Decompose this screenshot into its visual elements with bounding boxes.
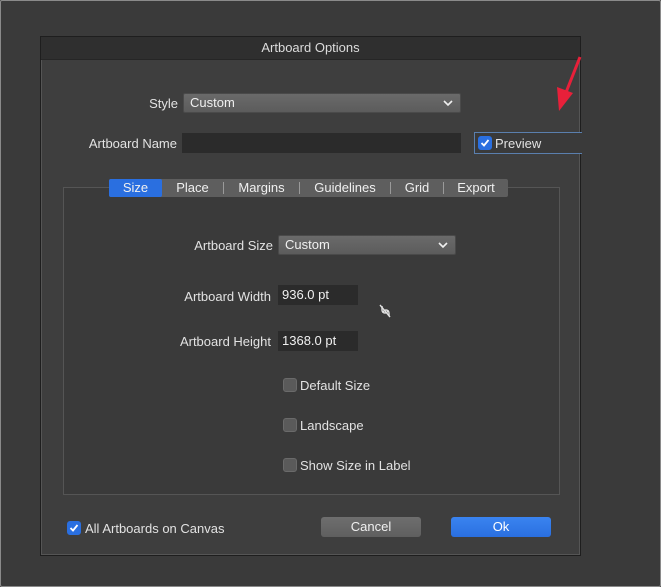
default-size-label[interactable]: Default Size	[300, 378, 370, 393]
preview-checkbox[interactable]	[478, 136, 492, 150]
artboard-size-select[interactable]: Custom	[278, 235, 456, 255]
show-size-in-label-label[interactable]: Show Size in Label	[300, 458, 411, 473]
style-select-value: Custom	[190, 95, 235, 110]
chevron-down-icon	[438, 242, 448, 249]
checkmark-icon	[69, 524, 79, 532]
landscape-label[interactable]: Landscape	[300, 418, 364, 433]
unlinked-chain-icon[interactable]	[377, 303, 393, 319]
tab-grid[interactable]: Grid	[391, 179, 443, 197]
dialog-title: Artboard Options	[41, 37, 580, 60]
artboard-height-input[interactable]: 1368.0 pt	[278, 331, 358, 351]
tab-export[interactable]: Export	[444, 179, 508, 197]
show-size-in-label-checkbox[interactable]	[283, 458, 297, 472]
artboard-size-value: Custom	[285, 237, 330, 252]
artboard-options-dialog: Artboard Options Style Custom Artboard N…	[40, 36, 582, 556]
landscape-checkbox[interactable]	[283, 418, 297, 432]
tab-bar: Size Place Margins Guidelines Grid Expor…	[109, 179, 508, 197]
all-artboards-label[interactable]: All Artboards on Canvas	[85, 521, 224, 536]
tab-guidelines[interactable]: Guidelines	[300, 179, 390, 197]
style-select[interactable]: Custom	[183, 93, 461, 113]
ok-button[interactable]: Ok	[451, 517, 551, 537]
tab-margins[interactable]: Margins	[224, 179, 299, 197]
all-artboards-checkbox[interactable]	[67, 521, 81, 535]
style-label: Style	[149, 96, 178, 111]
preview-label[interactable]: Preview	[495, 136, 541, 151]
tab-place[interactable]: Place	[162, 179, 223, 197]
annotation-arrow-icon	[557, 56, 582, 111]
artboard-size-label: Artboard Size	[194, 238, 273, 253]
tab-size[interactable]: Size	[109, 179, 162, 197]
cancel-button[interactable]: Cancel	[321, 517, 421, 537]
artboard-name-input[interactable]	[182, 133, 461, 153]
chevron-down-icon	[443, 100, 453, 107]
default-size-checkbox[interactable]	[283, 378, 297, 392]
artboard-height-label: Artboard Height	[179, 334, 271, 349]
artboard-width-input[interactable]: 936.0 pt	[278, 285, 358, 305]
artboard-name-label: Artboard Name	[88, 136, 177, 151]
checkmark-icon	[480, 139, 490, 147]
artboard-width-label: Artboard Width	[184, 289, 271, 304]
